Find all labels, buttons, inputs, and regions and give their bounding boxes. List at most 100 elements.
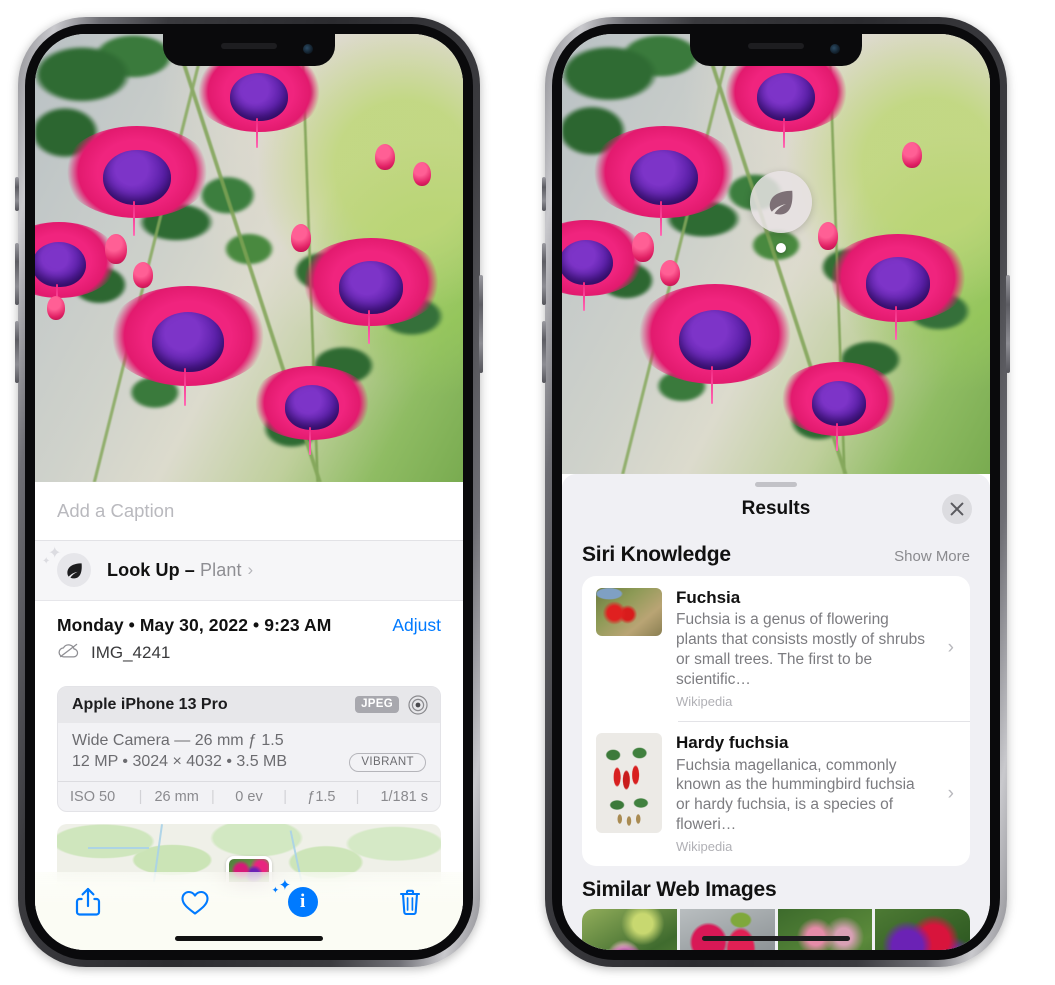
- fuchsia-bud: [660, 260, 680, 286]
- look-up-row[interactable]: ✦ ✦ Look Up – Plant ›: [35, 539, 463, 600]
- fuchsia-bloom: [35, 222, 119, 314]
- power-button[interactable]: [479, 275, 483, 373]
- result-source: Wikipedia: [676, 693, 733, 709]
- raw-circle-icon: [408, 695, 428, 715]
- leaf-icon: ✦ ✦: [42, 546, 91, 588]
- exif-shutter-speed: 1/181 s: [380, 788, 429, 805]
- cloud-slash-icon: [57, 642, 81, 664]
- photo-datetime: Monday • May 30, 2022 • 9:23 AM: [57, 614, 332, 635]
- similar-image-tile[interactable]: [679, 908, 775, 950]
- result-thumbnail: [596, 733, 662, 834]
- front-camera-icon: [303, 44, 313, 54]
- exif-exposure-compensation: 0 ev: [235, 788, 263, 805]
- adjust-button[interactable]: Adjust: [392, 615, 441, 636]
- chevron-right-icon: ›: [947, 782, 954, 804]
- lens-info: Wide Camera — 26 mm ƒ 1.5: [72, 731, 284, 749]
- fuchsia-bud: [632, 232, 654, 262]
- fuchsia-bloom: [825, 234, 971, 340]
- list-item[interactable]: Fuchsia Fuchsia is a genus of flowering …: [582, 576, 970, 721]
- fuchsia-bloom: [106, 286, 270, 406]
- fuchsia-bud: [375, 144, 395, 170]
- fuchsia-bloom: [62, 126, 212, 237]
- volume-up-button[interactable]: [542, 243, 546, 305]
- show-more-button[interactable]: Show More: [894, 548, 970, 565]
- fuchsia-bud: [291, 224, 311, 252]
- phone-right-visual-lookup-results: Results Siri Knowledge Show More Fuchsia…: [542, 17, 1010, 967]
- result-thumbnail: [596, 588, 662, 636]
- silence-switch[interactable]: [542, 177, 546, 211]
- visual-lookup-info-icon[interactable]: ✦ ✦ i: [272, 877, 326, 925]
- fuchsia-bloom: [250, 366, 374, 455]
- siri-knowledge-title: Siri Knowledge: [582, 543, 731, 566]
- list-item[interactable]: Hardy fuchsia Fuchsia magellanica, commo…: [582, 721, 970, 866]
- info-badge: i: [287, 887, 318, 917]
- fuchsia-bud: [818, 222, 838, 250]
- exif-focal-length: 26 mm: [154, 788, 199, 805]
- fuchsia-bloom: [633, 284, 797, 404]
- fuchsia-bloom: [562, 220, 646, 312]
- fuchsia-bloom: [589, 126, 739, 237]
- look-up-subject: Plant: [200, 559, 242, 580]
- resolution-info: 12 MP • 3024 × 4032 • 3.5 MB: [72, 753, 288, 771]
- similar-images-grid: [582, 908, 970, 950]
- front-camera-icon: [830, 44, 840, 54]
- volume-up-button[interactable]: [15, 243, 19, 305]
- home-indicator[interactable]: [702, 936, 850, 941]
- caption-input[interactable]: Add a Caption: [35, 482, 463, 540]
- lookup-anchor-dot: [776, 243, 786, 253]
- fuchsia-bloom: [777, 362, 901, 451]
- volume-down-button[interactable]: [15, 321, 19, 383]
- chevron-right-icon: ›: [247, 560, 254, 580]
- photo-canvas-right[interactable]: [562, 34, 990, 474]
- earpiece-speaker: [748, 43, 804, 49]
- camera-device-name: Apple iPhone 13 Pro: [72, 695, 228, 713]
- exif-iso: ISO 50: [70, 788, 116, 805]
- result-title: Fuchsia: [676, 588, 741, 607]
- result-description: Fuchsia is a genus of flowering plants t…: [676, 611, 925, 688]
- phone-screen-right: Results Siri Knowledge Show More Fuchsia…: [562, 34, 990, 950]
- power-button[interactable]: [1006, 275, 1010, 373]
- similar-image-tile[interactable]: [582, 908, 677, 950]
- leaf-icon[interactable]: [750, 171, 812, 233]
- volume-down-button[interactable]: [542, 321, 546, 383]
- format-chip: JPEG: [355, 696, 399, 713]
- siri-knowledge-header: Siri Knowledge Show More: [562, 531, 990, 576]
- result-title: Hardy fuchsia: [676, 733, 789, 753]
- result-source: Wikipedia: [676, 838, 733, 854]
- fuchsia-bud: [47, 296, 65, 320]
- device-notch: [163, 34, 335, 66]
- fuchsia-bud: [105, 234, 127, 264]
- phone-screen-left: Add a Caption ✦ ✦ Look Up – Plant › Mond…: [35, 34, 463, 950]
- photo-canvas-left[interactable]: [35, 34, 463, 482]
- chevron-right-icon: ›: [947, 637, 954, 659]
- results-sheet: Results Siri Knowledge Show More Fuchsia…: [562, 474, 990, 950]
- fuchsia-bud: [902, 142, 922, 168]
- metadata-block: Monday • May 30, 2022 • 9:23 AM Adjust I…: [35, 599, 463, 674]
- look-up-label: Look Up – Plant: [107, 559, 242, 580]
- fuchsia-bloom: [298, 238, 444, 344]
- sparkle-icon: ✦: [271, 885, 280, 895]
- heart-icon[interactable]: [172, 879, 218, 925]
- similar-image-tile[interactable]: [875, 908, 970, 950]
- sparkle-icon: ✦: [278, 877, 292, 894]
- caption-placeholder: Add a Caption: [57, 499, 175, 521]
- results-title: Results: [741, 498, 811, 519]
- trash-icon[interactable]: [387, 879, 433, 925]
- device-notch: [690, 34, 862, 66]
- fuchsia-bud: [413, 162, 431, 186]
- similar-image-tile[interactable]: [777, 908, 873, 950]
- exif-aperture: ƒ1.5: [307, 788, 336, 805]
- share-icon[interactable]: [65, 879, 111, 925]
- photo-filename: IMG_4241: [91, 642, 171, 662]
- similar-web-images-header: Similar Web Images: [562, 866, 990, 909]
- earpiece-speaker: [221, 43, 277, 49]
- sparkle-icon: ✦: [42, 556, 51, 568]
- silence-switch[interactable]: [15, 177, 19, 211]
- home-indicator[interactable]: [175, 936, 323, 941]
- screenshot-canvas: Add a Caption ✦ ✦ Look Up – Plant › Mond…: [0, 0, 1055, 985]
- fuchsia-bud: [133, 262, 153, 288]
- similar-web-images-title: Similar Web Images: [582, 877, 777, 901]
- close-icon[interactable]: [942, 494, 972, 524]
- phone-left-photos-info: Add a Caption ✦ ✦ Look Up – Plant › Mond…: [15, 17, 483, 967]
- result-description: Fuchsia magellanica, commonly known as t…: [676, 756, 915, 834]
